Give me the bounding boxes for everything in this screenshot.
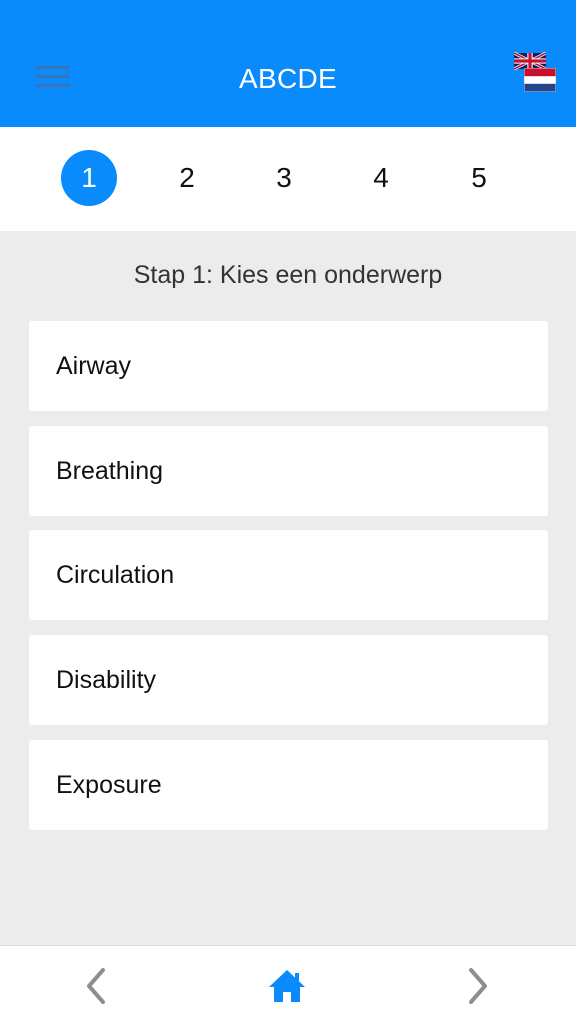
language-switch-button[interactable] xyxy=(514,50,560,96)
step-5-button[interactable]: 5 xyxy=(451,150,507,206)
flag-nl-icon xyxy=(524,68,556,92)
topic-circulation[interactable]: Circulation xyxy=(29,530,548,620)
topic-airway[interactable]: Airway xyxy=(29,321,548,411)
topic-exposure[interactable]: Exposure xyxy=(29,740,548,830)
step-4-button[interactable]: 4 xyxy=(353,150,409,206)
page-title: ABCDE xyxy=(239,63,337,94)
step-instruction: Stap 1: Kies een onderwerp xyxy=(133,261,443,289)
app: ABCDE 1 2 3 4 5 Stap 1: Kies een onderwe… xyxy=(0,0,576,1024)
step-indicator: 1 2 3 4 5 xyxy=(0,127,576,231)
home-button[interactable] xyxy=(265,964,309,1008)
chevron-right-icon xyxy=(469,968,487,1004)
topic-breathing[interactable]: Breathing xyxy=(29,426,548,516)
bottom-navigation xyxy=(0,945,576,1024)
back-button[interactable] xyxy=(75,964,119,1008)
step-2-button[interactable]: 2 xyxy=(159,150,215,206)
header-bar: ABCDE xyxy=(0,0,576,127)
step-3-button[interactable]: 3 xyxy=(256,150,312,206)
topic-disability[interactable]: Disability xyxy=(29,635,548,725)
home-icon xyxy=(269,970,305,1002)
forward-button[interactable] xyxy=(455,964,499,1008)
step-1-button[interactable]: 1 xyxy=(61,150,117,206)
chevron-left-icon xyxy=(87,968,105,1004)
